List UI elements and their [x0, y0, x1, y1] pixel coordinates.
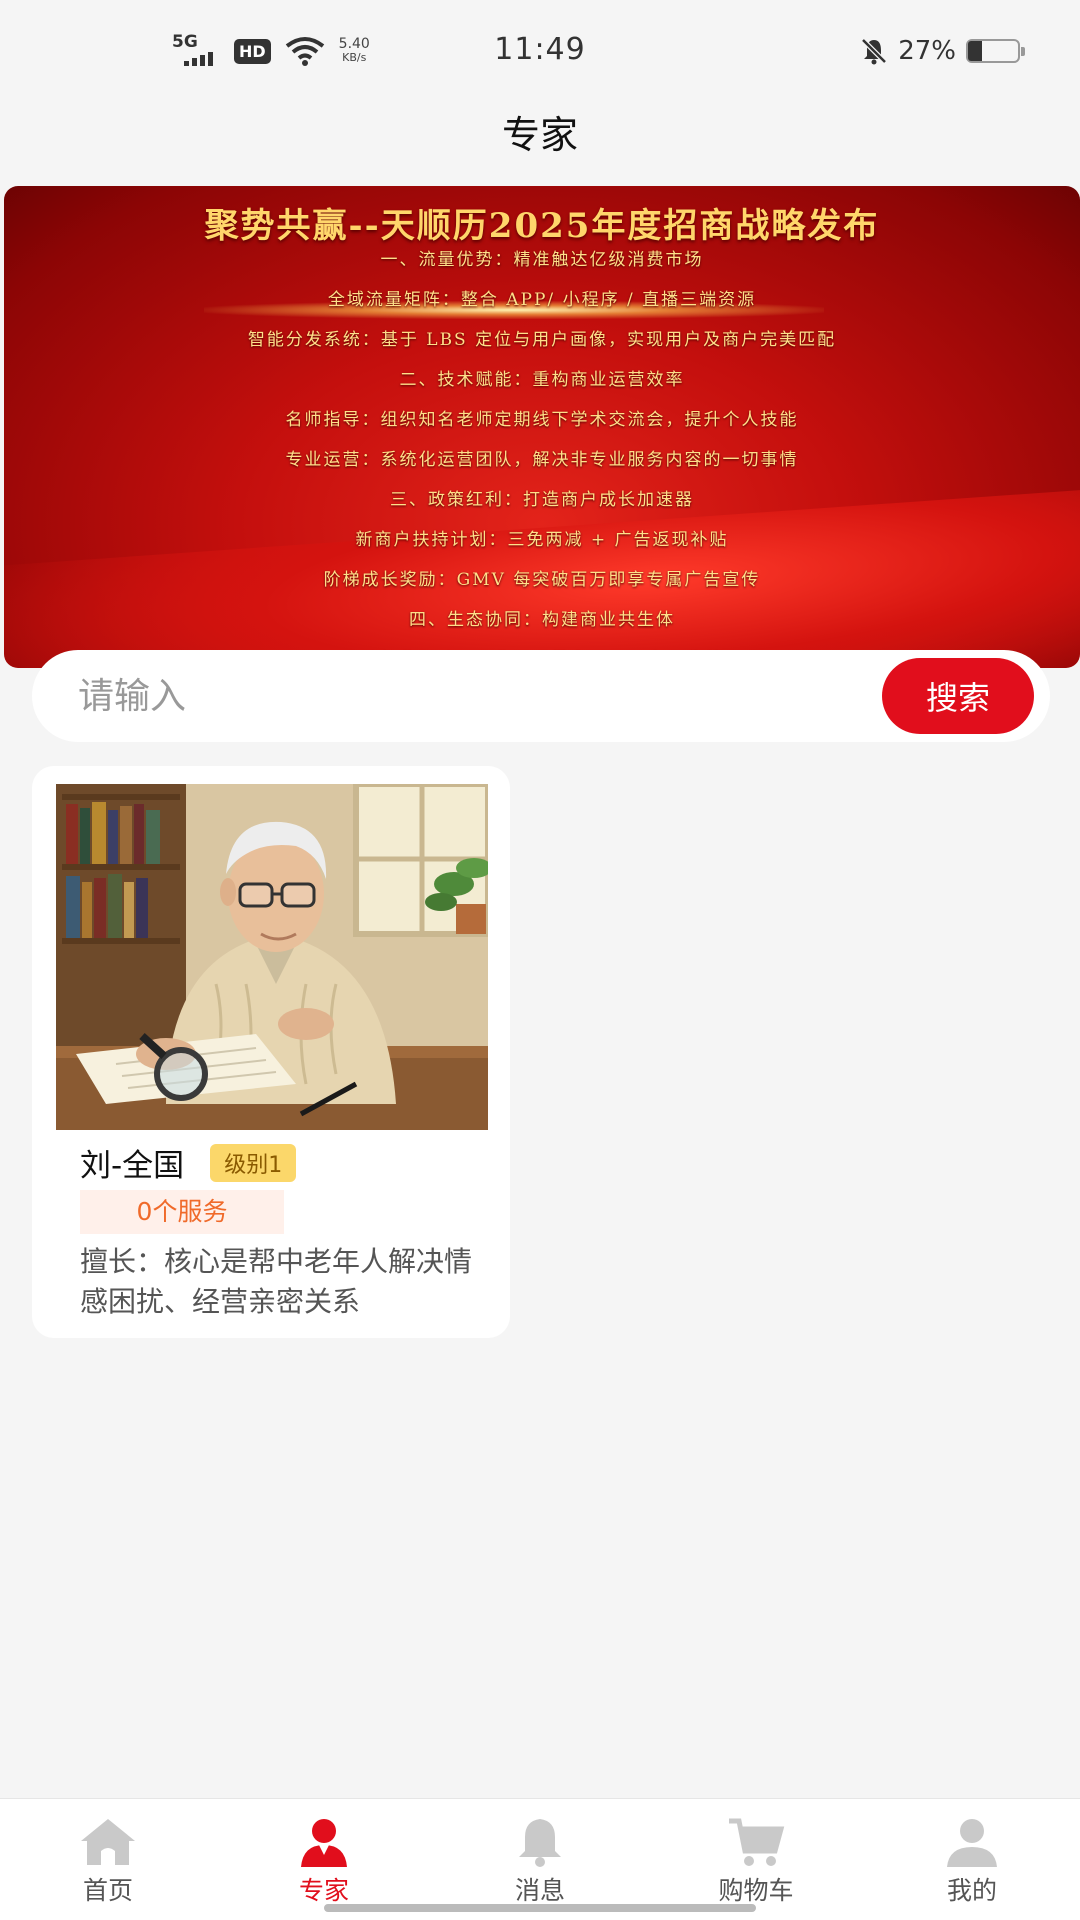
user-icon: [947, 1819, 997, 1867]
tab-messages[interactable]: 消息: [432, 1799, 648, 1920]
expert-card[interactable]: 刘-全国 级别1 0个服务 擅长：核心是帮中老年人解决情感困扰、经营亲密关系: [32, 766, 510, 1338]
bell-icon: [519, 1819, 561, 1867]
cart-icon: [729, 1818, 785, 1866]
banner-line: 三、政策红利：打造商户成长加速器: [390, 490, 694, 510]
tab-profile[interactable]: 我的: [864, 1799, 1080, 1920]
banner-line: 新商户扶持计划：三免两减 + 广告返现补贴: [355, 530, 729, 550]
home-icon: [81, 1819, 135, 1865]
level-badge: 级别1: [210, 1143, 297, 1182]
banner-line: 阶梯成长奖励：GMV 每突破百万即享专属广告宣传: [323, 570, 761, 590]
banner-line: 一、流量优势：精准触达亿级消费市场: [380, 250, 704, 270]
tab-label: 消息: [514, 1876, 565, 1905]
search-bar: 搜索: [32, 650, 1050, 742]
bell-muted-icon: [861, 38, 887, 65]
home-indicator[interactable]: [324, 1904, 756, 1912]
expert-description: 擅长：核心是帮中老年人解决情感困扰、经营亲密关系: [80, 1245, 473, 1318]
tab-label: 首页: [82, 1876, 133, 1905]
expert-icon: [301, 1819, 347, 1867]
banner-line: 全域流量矩阵：整合 APP/ 小程序 / 直播三端资源: [327, 290, 757, 310]
banner-line: 专业运营：系统化运营团队，解决非专业服务内容的一切事情: [285, 450, 799, 470]
status-bar: 5G HD 5.40 KB/s 11:49 27%: [0, 0, 1080, 108]
battery-percent: 27%: [898, 36, 956, 66]
tab-label: 购物车: [718, 1876, 794, 1905]
banner-line: 智能分发系统：基于 LBS 定位与用户画像，实现用户及商户完美匹配: [247, 330, 837, 350]
expert-name: 刘-全国: [80, 1148, 185, 1184]
expert-photo: [56, 784, 488, 1130]
tab-label: 我的: [946, 1876, 997, 1905]
page-title: 专家: [501, 113, 578, 157]
promo-banner[interactable]: 聚势共赢--天顺历2025年度招商战略发布 一、流量优势：精准触达亿级消费市场 …: [4, 186, 1080, 668]
tab-cart[interactable]: 购物车: [648, 1799, 864, 1920]
tab-label: 专家: [298, 1876, 349, 1905]
banner-line: 四、生态协同：构建商业共生体: [409, 610, 675, 630]
search-input[interactable]: [32, 675, 882, 717]
tab-home[interactable]: 首页: [0, 1799, 216, 1920]
tab-expert[interactable]: 专家: [216, 1799, 432, 1920]
service-count-tag: 0个服务: [80, 1190, 284, 1234]
banner-line: 名师指导：组织知名老师定期线下学术交流会，提升个人技能: [285, 410, 799, 430]
search-button[interactable]: 搜索: [882, 658, 1034, 734]
bottom-tab-bar: 首页 专家 消息 购物车 我的: [0, 1798, 1080, 1920]
banner-line: 二、技术赋能：重构商业运营效率: [399, 370, 685, 390]
banner-text: 一、流量优势：精准触达亿级消费市场 全域流量矩阵：整合 APP/ 小程序 / 直…: [4, 240, 1080, 668]
battery-icon: [966, 39, 1025, 63]
